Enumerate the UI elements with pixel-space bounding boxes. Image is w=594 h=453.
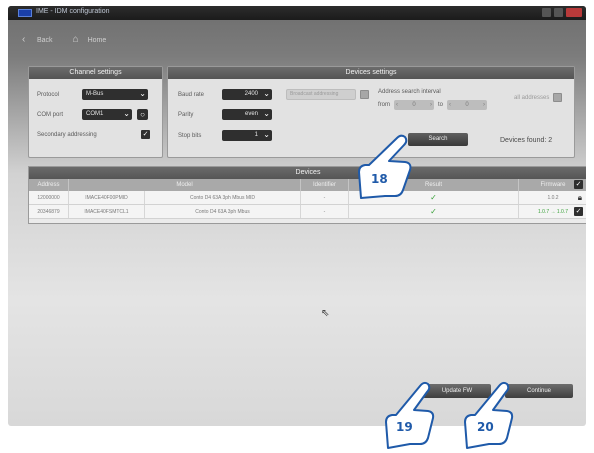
window-controls (542, 8, 582, 17)
row-model: Conto D4 63A 3ph Mbus (145, 205, 301, 218)
callout-number: 20 (477, 420, 494, 434)
row-firmware: 1.0.7 → 1.0.7 ✓ (519, 205, 586, 218)
com-port-label: COM port (37, 111, 64, 118)
home-icon: ⌂ (72, 34, 79, 45)
select-all-checkbox[interactable]: ✓ (574, 180, 583, 189)
com-port-row: COM port COM1 ⌄ ○ (37, 109, 148, 120)
check-icon: ✓ (349, 205, 519, 218)
devices-found-label: Devices found: 2 (500, 137, 553, 144)
row-identifier: - (301, 205, 349, 218)
devices-table: Devices Address Model Identifier Result … (28, 166, 586, 224)
baud-value: 2400 (244, 91, 258, 97)
maximize-button[interactable] (554, 8, 563, 17)
to-label: to (438, 102, 444, 108)
minimize-button[interactable] (542, 8, 551, 17)
parity-select[interactable]: even ⌄ (222, 109, 272, 120)
row-identifier: - (301, 191, 349, 204)
callout-20: 20 (461, 378, 521, 450)
app-window: IME - IDM configuration ‹ Back ⌂ Home Ch… (8, 6, 586, 426)
row-firmware: 1.0.2 🔒︎ (519, 191, 586, 204)
broadcast-field: Broadcast addressing (286, 89, 356, 100)
col-address[interactable]: Address (29, 179, 69, 191)
baud-label: Baud rate (178, 91, 205, 98)
refresh-ports-button[interactable]: ○ (137, 109, 148, 120)
secondary-row: Secondary addressing ✓ (37, 130, 150, 139)
broadcast-checkbox[interactable] (360, 90, 369, 99)
parity-row: Parity even ⌄ (178, 109, 272, 120)
firmware-header-label: Firmware (540, 182, 566, 188)
col-identifier[interactable]: Identifier (301, 179, 349, 191)
firmware-value: 1.0.2 (547, 195, 559, 201)
to-spinner[interactable]: ‹ 0 › (447, 100, 488, 110)
close-button[interactable] (566, 8, 582, 17)
from-spinner[interactable]: ‹ 0 › (394, 100, 434, 110)
broadcast-row: Broadcast addressing (286, 89, 369, 100)
devices-title: Devices (29, 167, 586, 179)
chevron-right-icon: › (483, 102, 486, 108)
protocol-label: Protocol (37, 91, 60, 98)
to-value: 0 (465, 102, 469, 108)
back-button[interactable]: ‹ Back (22, 35, 53, 45)
protocol-select[interactable]: M-Bus ⌄ (82, 89, 148, 100)
secondary-checkbox[interactable]: ✓ (141, 130, 150, 139)
title-bar: IME - IDM configuration (8, 6, 586, 20)
table-row[interactable]: 12000000 IMACE40F00PMID Conto D4 63A 3ph… (29, 191, 586, 205)
mouse-cursor-icon: ⇖ (321, 308, 330, 319)
parity-label: Parity (178, 111, 194, 118)
row-code: IMACE40F00PMID (69, 191, 145, 204)
interval-label-row: Address search interval (378, 89, 441, 95)
row-address: 20346879 (29, 205, 69, 218)
secondary-label: Secondary addressing (37, 131, 97, 138)
row-model: Conto D4 63A 3ph Mbus MID (145, 191, 301, 204)
from-label: from (378, 102, 390, 108)
row-code: IMACE40FSMTCL1 (69, 205, 145, 218)
col-model[interactable]: Model (69, 179, 301, 191)
interval-label: Address search interval (378, 89, 441, 95)
all-addresses-row: all addresses (514, 93, 563, 102)
devices-settings-title: Devices settings (168, 67, 574, 79)
app-logo-icon (18, 9, 32, 17)
chevron-down-icon: ⌄ (263, 109, 270, 118)
channel-settings-panel: Channel settings Protocol M-Bus ⌄ COM po… (28, 66, 163, 158)
all-addresses-label: all addresses (514, 94, 550, 101)
stop-select[interactable]: 1 ⌄ (222, 130, 272, 141)
chevron-down-icon: ⌄ (123, 109, 130, 118)
home-label: Home (87, 36, 107, 44)
chevron-down-icon: ⌄ (263, 89, 270, 98)
chevron-left-icon: ‹ (22, 34, 26, 45)
protocol-row: Protocol M-Bus ⌄ (37, 89, 148, 100)
all-addresses-checkbox[interactable] (553, 93, 563, 102)
callout-19: 19 (382, 378, 442, 450)
row-address: 12000000 (29, 191, 69, 204)
channel-settings-title: Channel settings (29, 67, 162, 79)
stop-row: Stop bits 1 ⌄ (178, 130, 272, 141)
firmware-value: 1.0.7 → 1.0.7 (537, 209, 569, 215)
back-label: Back (37, 36, 53, 44)
col-firmware[interactable]: Firmware ✓ (519, 179, 586, 191)
stop-label: Stop bits (178, 132, 202, 139)
callout-number: 18 (371, 172, 388, 186)
lock-icon: 🔒︎ (577, 193, 582, 202)
table-row[interactable]: 20346879 IMACE40FSMTCL1 Conto D4 63A 3ph… (29, 205, 586, 219)
update-checkbox[interactable]: ✓ (574, 207, 583, 216)
parity-value: even (244, 111, 258, 117)
stop-value: 1 (254, 132, 258, 138)
com-port-select[interactable]: COM1 ⌄ (82, 109, 132, 120)
nav-bar: ‹ Back ⌂ Home (8, 20, 586, 60)
from-value: 0 (412, 102, 416, 108)
baud-row: Baud rate 2400 ⌄ (178, 89, 272, 100)
home-button[interactable]: ⌂ Home (73, 35, 107, 45)
table-header: Address Model Identifier Result Firmware… (29, 179, 586, 191)
chevron-down-icon: ⌄ (263, 130, 270, 139)
chevron-right-icon: › (430, 102, 432, 108)
protocol-value: M-Bus (86, 91, 104, 97)
window-title: IME - IDM configuration (36, 8, 110, 15)
callout-number: 19 (396, 420, 413, 434)
interval-range-row: from ‹ 0 › to ‹ 0 › (378, 100, 488, 110)
chevron-down-icon: ⌄ (139, 89, 146, 98)
callout-18: 18 (355, 132, 425, 204)
baud-select[interactable]: 2400 ⌄ (222, 89, 272, 100)
com-port-value: COM1 (86, 111, 104, 117)
